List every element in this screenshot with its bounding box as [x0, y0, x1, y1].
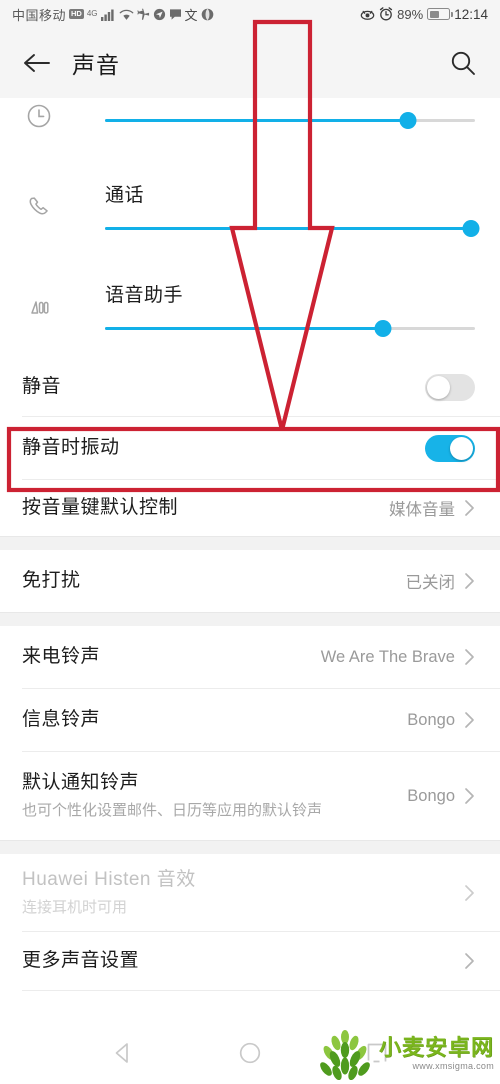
network-type-label: 4G	[86, 9, 98, 18]
row-main: Huawei Histen 音效 连接耳机时可用	[22, 854, 455, 931]
row-subtitle: 也可个性化设置邮件、日历等应用的默认铃声	[22, 802, 323, 820]
row-title: 信息铃声	[22, 709, 101, 731]
chevron-right-icon	[464, 884, 475, 902]
slider-thumb[interactable]	[462, 220, 480, 237]
row-title: 来电铃声	[22, 646, 101, 668]
hd-icon: HD	[69, 9, 84, 19]
watermark-text: 小麦安卓网 www.xmsigma.com	[379, 1037, 494, 1071]
chevron-right-icon	[464, 711, 475, 729]
row-main: 静音	[22, 361, 425, 413]
section-gap	[0, 840, 500, 854]
row-main: 默认通知铃声 也可个性化设置邮件、日历等应用的默认铃声	[22, 757, 397, 834]
row-value: Bongo	[407, 786, 455, 805]
status-bar: 中国移动 HD 4G 文 89% 12:14	[0, 0, 500, 28]
eye-comfort-icon	[360, 8, 375, 21]
chevron-right-icon	[464, 952, 475, 970]
row-title: 免打扰	[22, 570, 81, 592]
section-gap	[0, 612, 500, 626]
row-title: 按音量键默认控制	[22, 497, 179, 519]
volume-row-alarm[interactable]	[0, 98, 500, 158]
vibrate-on-silent-toggle[interactable]	[425, 434, 475, 462]
row-main: 信息铃声	[22, 694, 397, 746]
input-method-icon: 文	[184, 7, 198, 23]
wheat-logo-icon	[320, 1030, 370, 1080]
row-main: 来电铃声	[22, 631, 311, 683]
volume-row-call[interactable]: 通话	[0, 158, 500, 258]
signal-icon	[100, 8, 116, 21]
chevron-right-icon	[464, 572, 475, 590]
chevron-right-icon	[464, 787, 475, 805]
alarm-clock-icon	[22, 100, 56, 134]
row-volume-key-control[interactable]: 按音量键默认控制 媒体音量	[0, 480, 500, 536]
slider-thumb[interactable]	[374, 320, 391, 337]
row-main: 按音量键默认控制	[22, 482, 379, 534]
slider-fill	[105, 227, 472, 230]
row-message-ringtone[interactable]: 信息铃声 Bongo	[0, 689, 500, 751]
section-gap	[0, 536, 500, 550]
row-do-not-disturb[interactable]: 免打扰 已关闭	[0, 550, 500, 612]
row-title: Huawei Histen 音效	[22, 869, 196, 890]
search-icon[interactable]	[446, 46, 480, 80]
back-arrow-icon[interactable]	[20, 46, 54, 80]
carrier-label: 中国移动	[12, 7, 67, 23]
row-title: 更多声音设置	[22, 950, 140, 972]
voice-assistant-icon	[22, 291, 56, 325]
row-value: 媒体音量	[389, 501, 455, 519]
row-more-sound-settings[interactable]: 更多声音设置	[0, 932, 500, 991]
volume-slider-alarm[interactable]	[105, 112, 475, 129]
message-icon	[169, 8, 182, 21]
row-default-notification-ringtone[interactable]: 默认通知铃声 也可个性化设置邮件、日历等应用的默认铃声 Bongo	[0, 752, 500, 840]
row-value: We Are The Brave	[320, 647, 455, 666]
status-bar-left: 中国移动 HD 4G 文	[12, 5, 360, 24]
chevron-right-icon	[464, 499, 475, 517]
row-main: 静音时振动	[22, 422, 425, 474]
alarm-icon	[379, 7, 393, 21]
airplane-icon	[136, 8, 150, 21]
location-icon	[153, 8, 166, 21]
watermark-name: 小麦安卓网	[378, 1035, 494, 1060]
volume-slider-voice-assistant[interactable]	[105, 320, 475, 337]
battery-percent-label: 89%	[397, 6, 424, 22]
row-title: 静音时振动	[22, 437, 120, 459]
row-main: 免打扰	[22, 555, 396, 607]
page-title: 声音	[72, 52, 120, 78]
row-value: Bongo	[407, 710, 455, 729]
volume-label-voice-assistant: 语音助手	[105, 285, 184, 306]
battery-icon	[427, 8, 453, 20]
settings-list: 通话 语音助手 静音 静音时振动 按音量键默认控制 媒体音量 免打扰 已关闭 来…	[0, 98, 500, 992]
row-subtitle: 连接耳机时可用	[22, 898, 128, 916]
row-silent-mode[interactable]: 静音	[0, 358, 500, 416]
row-vibrate-on-silent[interactable]: 静音时振动	[0, 417, 500, 479]
volume-slider-call[interactable]	[105, 220, 480, 237]
volume-row-voice-assistant[interactable]: 语音助手	[0, 258, 500, 358]
row-call-ringtone[interactable]: 来电铃声 We Are The Brave	[0, 626, 500, 688]
row-title: 默认通知铃声	[22, 772, 140, 794]
clock-label: 12:14	[454, 6, 488, 22]
nav-back-icon[interactable]	[110, 1040, 136, 1066]
row-huawei-histen: Huawei Histen 音效 连接耳机时可用	[0, 854, 500, 932]
watermark: 小麦安卓网 www.xmsigma.com	[316, 1028, 494, 1080]
status-bar-right: 89% 12:14	[360, 7, 488, 22]
slider-thumb[interactable]	[399, 112, 417, 129]
toggle-knob	[427, 375, 450, 399]
row-value: 已关闭	[405, 574, 456, 592]
chevron-right-icon	[464, 648, 475, 666]
watermark-url: www.xmsigma.com	[412, 1061, 494, 1071]
silent-mode-toggle[interactable]	[425, 373, 475, 401]
nav-home-icon[interactable]	[237, 1040, 263, 1066]
row-main: 更多声音设置	[22, 935, 455, 987]
slider-fill	[105, 119, 409, 122]
wifi-icon	[119, 8, 134, 21]
toggle-knob	[450, 436, 473, 460]
globe-icon	[201, 8, 214, 21]
phone-call-icon	[22, 191, 56, 225]
volume-label-call: 通话	[105, 185, 145, 206]
slider-fill	[105, 327, 383, 330]
row-title: 静音	[22, 376, 62, 398]
app-bar: 声音	[0, 28, 500, 98]
divider	[22, 990, 500, 992]
